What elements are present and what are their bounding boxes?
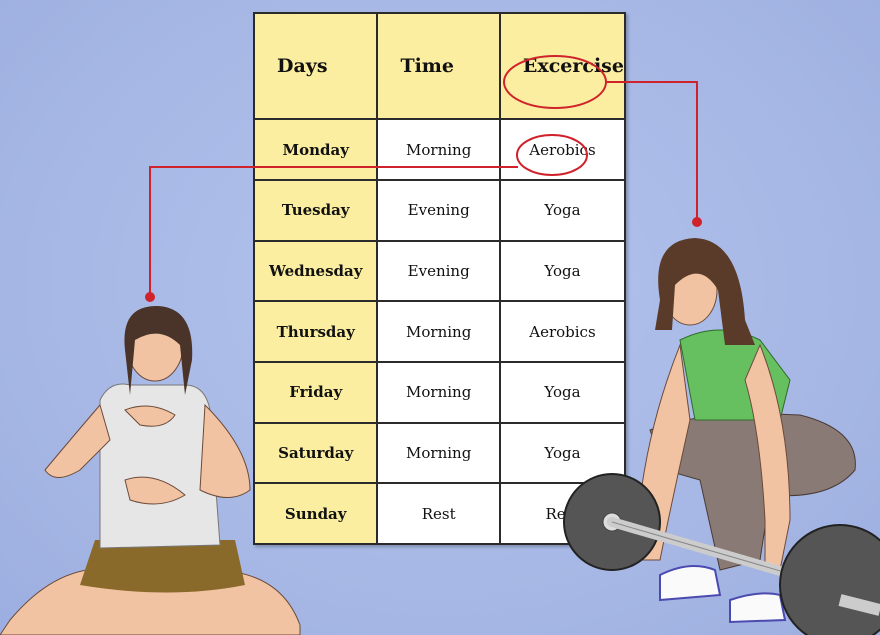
illustration-overlay	[0, 55, 880, 635]
annotation-circle-aerobics	[503, 55, 607, 109]
connector-line-yoga	[149, 166, 518, 297]
woman-breathing-illustration	[0, 305, 301, 635]
connector-dot	[692, 217, 702, 227]
connector-line-aerobics	[606, 81, 698, 222]
annotation-circle-yoga	[516, 134, 588, 176]
connector-dot	[145, 292, 155, 302]
woman-deadlift-illustration	[563, 238, 880, 635]
weight-plate-right	[779, 524, 880, 635]
